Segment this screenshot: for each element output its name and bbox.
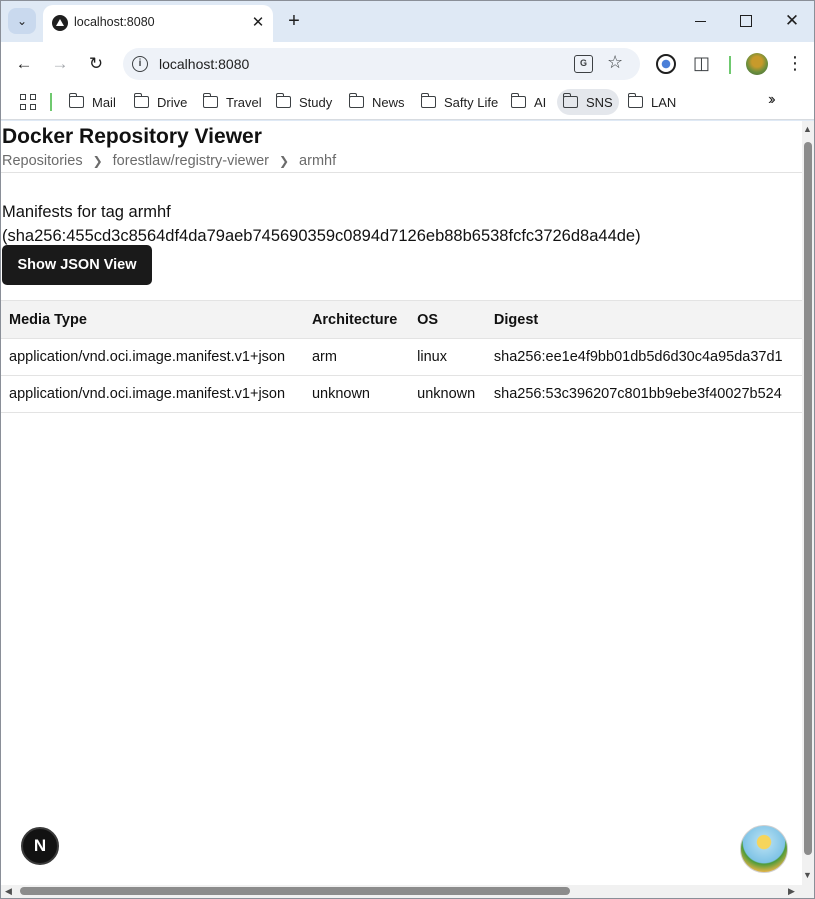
- tab-active[interactable]: localhost:8080 ✕: [43, 5, 273, 42]
- site-info-icon[interactable]: i: [132, 56, 148, 72]
- breadcrumb: Repositories ❯ forestlaw/registry-viewer…: [2, 153, 336, 169]
- bookmark-news[interactable]: News: [343, 89, 411, 115]
- cell-os: unknown: [409, 375, 486, 413]
- bookmark-label: Travel: [226, 94, 262, 110]
- show-json-view-button[interactable]: Show JSON View: [2, 245, 152, 285]
- back-arrow-icon[interactable]: ←: [12, 52, 36, 76]
- table-header-row: Media Type Architecture OS Digest: [1, 300, 802, 339]
- bookmark-label: Drive: [157, 94, 188, 110]
- header-divider: [1, 172, 802, 173]
- folder-icon: [202, 93, 218, 108]
- cell-media-type: application/vnd.oci.image.manifest.v1+js…: [1, 338, 304, 376]
- bookmarks-divider: [50, 93, 52, 111]
- maximize-icon[interactable]: [734, 9, 758, 33]
- bookmarks-bar: Mail Drive Travel Study News Safty Life …: [1, 85, 814, 120]
- minimize-icon[interactable]: [688, 9, 712, 33]
- manifest-heading-title: Manifests for tag armhf: [2, 203, 171, 221]
- bookmark-star-icon[interactable]: ☆: [607, 52, 623, 73]
- manifest-heading: Manifests for tag armhf (sha256:455cd3c8…: [2, 200, 641, 248]
- scroll-left-arrow-icon[interactable]: ◀: [5, 886, 12, 897]
- bookmark-label: Mail: [92, 94, 116, 110]
- manifests-table: Media Type Architecture OS Digest applic…: [1, 300, 802, 413]
- folder-icon: [348, 93, 364, 108]
- bookmark-sns[interactable]: SNS: [557, 89, 619, 115]
- scroll-right-arrow-icon[interactable]: ▶: [788, 886, 795, 897]
- cell-media-type: application/vnd.oci.image.manifest.v1+js…: [1, 375, 304, 413]
- column-header-media-type: Media Type: [1, 300, 304, 339]
- chevron-right-icon: ❯: [278, 154, 290, 168]
- bookmark-lan[interactable]: LAN: [622, 89, 682, 115]
- reload-icon[interactable]: ↻: [84, 52, 108, 76]
- chevron-right-icon: ❯: [92, 154, 103, 168]
- bookmark-drive[interactable]: Drive: [128, 89, 193, 115]
- scroll-up-arrow-icon[interactable]: ▲: [803, 124, 812, 134]
- breadcrumb-repo[interactable]: forestlaw/registry-viewer: [113, 153, 269, 169]
- page-viewport: Docker Repository Viewer Repositories ❯ …: [1, 121, 802, 885]
- nextjs-favicon-icon: [52, 15, 68, 31]
- assistant-floating-button[interactable]: [740, 825, 788, 873]
- folder-icon: [68, 93, 84, 108]
- bookmark-label: News: [372, 94, 405, 110]
- folder-icon: [275, 93, 291, 108]
- column-header-os: OS: [409, 300, 486, 339]
- bookmark-mail[interactable]: Mail: [63, 89, 122, 115]
- address-bar[interactable]: i localhost:8080 G ☆: [123, 48, 640, 80]
- folder-icon: [562, 93, 578, 108]
- cell-digest: sha256:53c396207c801bb9ebe3f40027b524: [485, 375, 802, 413]
- url-text[interactable]: localhost:8080: [159, 56, 249, 72]
- column-header-architecture: Architecture: [303, 300, 410, 339]
- breadcrumb-repositories[interactable]: Repositories: [2, 153, 83, 169]
- scroll-down-arrow-icon[interactable]: ▼: [803, 870, 812, 880]
- folder-icon: [510, 93, 526, 108]
- bookmark-label: AI: [534, 94, 547, 110]
- bookmark-study[interactable]: Study: [270, 89, 338, 115]
- profile-avatar[interactable]: [746, 53, 768, 75]
- folder-icon: [133, 93, 149, 108]
- password-extension-icon[interactable]: [656, 54, 676, 74]
- nextjs-dev-badge[interactable]: N: [21, 827, 59, 865]
- toolbar-divider: [729, 56, 731, 74]
- tab-close-icon[interactable]: ✕: [248, 13, 268, 33]
- tab-title: localhost:8080: [74, 15, 155, 29]
- table-row[interactable]: application/vnd.oci.image.manifest.v1+js…: [1, 338, 802, 376]
- cell-architecture: unknown: [303, 375, 410, 413]
- tab-search-chevron-icon[interactable]: ⌄: [8, 8, 36, 34]
- apps-grid-icon[interactable]: [20, 94, 36, 110]
- cell-digest: sha256:ee1e4f9bb01db5d6d30c4a95da37d1: [485, 338, 802, 376]
- bookmarks-overflow-icon[interactable]: ››: [768, 91, 775, 109]
- window-close-icon[interactable]: ✕: [780, 9, 804, 33]
- bookmark-travel[interactable]: Travel: [197, 89, 268, 115]
- breadcrumb-tag: armhf: [299, 153, 337, 169]
- browser-toolbar: ← → ↻ i localhost:8080 G ☆ ◫ ⋮: [1, 42, 814, 85]
- bookmark-label: SNS: [586, 94, 613, 110]
- page-title: Docker Repository Viewer: [2, 125, 262, 148]
- bookmark-label: Safty Life: [444, 94, 499, 110]
- bookmark-safty-life[interactable]: Safty Life: [415, 89, 504, 115]
- cell-architecture: arm: [303, 338, 410, 376]
- cell-os: linux: [409, 338, 486, 376]
- new-tab-icon[interactable]: +: [283, 10, 305, 32]
- browser-window: ⌄ localhost:8080 ✕ + ✕ ← → ↻ i localhost…: [0, 0, 815, 899]
- column-header-digest: Digest: [485, 300, 802, 339]
- folder-icon: [627, 93, 643, 108]
- bookmark-label: LAN: [651, 94, 677, 110]
- bookmark-label: Study: [299, 94, 333, 110]
- table-row[interactable]: application/vnd.oci.image.manifest.v1+js…: [1, 375, 802, 413]
- extensions-puzzle-icon[interactable]: ◫: [693, 52, 710, 74]
- forward-arrow-icon[interactable]: →: [48, 52, 72, 76]
- horizontal-scroll-thumb[interactable]: [20, 887, 570, 895]
- bookmark-ai[interactable]: AI: [505, 89, 552, 115]
- translate-icon[interactable]: G: [574, 55, 593, 73]
- tab-strip: ⌄ localhost:8080 ✕ + ✕: [1, 1, 814, 42]
- vertical-scroll-thumb[interactable]: [804, 142, 812, 855]
- folder-icon: [420, 93, 436, 108]
- more-menu-icon[interactable]: ⋮: [786, 52, 804, 74]
